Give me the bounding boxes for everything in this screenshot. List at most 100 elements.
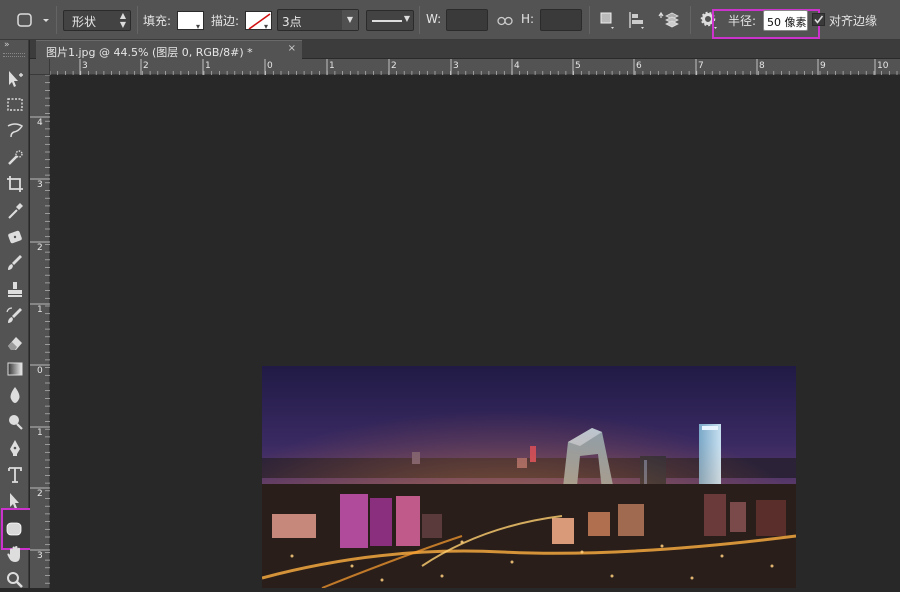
width-label: W: [426,12,442,26]
ruler-origin[interactable] [30,59,50,75]
ruler-label: 1 [205,61,211,71]
separator [690,6,691,34]
stroke-line-preview [372,20,402,22]
path-selection-icon [9,492,19,509]
ruler-label: 3 [453,61,459,71]
path-operations-icon [600,12,614,29]
height-label: H: [521,12,535,26]
ruler-label: 3 [37,551,43,561]
tool-eyedropper[interactable] [3,199,26,222]
mode-select[interactable]: 形状 ▲ ▼ [63,10,131,31]
width-input[interactable] [446,9,488,31]
ruler-label: 3 [82,61,88,71]
tool-dodge[interactable] [3,410,26,433]
tool-type[interactable] [3,463,26,486]
radius-input-value: 50 像素 [767,16,807,29]
spot-healing-icon [7,230,22,244]
document-tab-title: 图片1.jpg @ 44.5% (图层 0, RGB/8#) * [46,46,253,59]
stroke-width-input[interactable]: 3点 ▼ [277,9,359,31]
history-brush-icon [5,307,22,324]
tool-brush[interactable] [3,252,26,275]
ruler-label: 3 [37,180,43,190]
ruler-ticks: 4 3 2 1 0 1 2 3 [30,75,50,584]
document-image[interactable] [262,366,796,588]
tool-spot-healing[interactable] [3,225,26,248]
rounded-rectangle-icon [17,13,49,27]
path-operations-button[interactable] [599,11,617,31]
document-tab[interactable]: 图片1.jpg @ 44.5% (图层 0, RGB/8#) * × [36,40,302,59]
ruler-ticks: 3 2 1 0 1 2 3 4 5 6 7 8 9 10 [50,59,898,75]
blur-icon [10,387,19,404]
quick-selection-icon [7,149,23,165]
tool-blur[interactable] [3,384,26,407]
tool-panel: » [0,40,49,589]
tool-lasso[interactable] [3,120,26,143]
path-alignment-button[interactable] [628,11,646,31]
mode-select-value: 形状 [72,15,97,29]
tool-move-tool[interactable] [3,67,26,90]
options-bar: 形状 ▲ ▼ 填充: ▾ 描边: ▾ 3点 ▼ ▼ W: H: 半径: 50 像… [0,0,900,40]
tool-preset-picker[interactable] [14,10,50,30]
tool-clone-stamp[interactable] [3,278,26,301]
ruler-label: 10 [877,61,889,71]
ruler-label: 1 [329,61,335,71]
ruler-label: 2 [37,243,43,253]
crop-icon [6,176,23,193]
ruler-label: 0 [37,366,43,376]
radius-input[interactable]: 50 像素 [763,10,808,31]
height-input[interactable] [540,9,582,31]
ruler-label: 1 [37,305,43,315]
tool-crop[interactable] [3,173,26,196]
type-icon [7,466,22,483]
horizontal-ruler[interactable]: 3 2 1 0 1 2 3 4 5 6 7 8 9 10 [50,59,900,75]
stroke-label: 描边: [211,14,240,28]
ruler-label: 8 [759,61,765,71]
tool-gradient[interactable] [3,357,26,380]
tool-history-brush[interactable] [3,305,26,328]
stroke-type-select[interactable]: ▼ [366,10,414,31]
tool-quick-selection[interactable] [3,146,26,169]
close-icon[interactable]: × [288,43,296,54]
tool-eraser[interactable] [3,331,26,354]
clone-stamp-icon [7,281,22,297]
tool-pen[interactable] [3,437,26,460]
rounded-rectangle-icon [6,522,22,536]
ruler-label: 7 [698,61,704,71]
document-tab-bar: 图片1.jpg @ 44.5% (图层 0, RGB/8#) * × [30,40,900,59]
align-edges-checkbox[interactable] [812,13,825,26]
separator [419,6,420,34]
vertical-ruler[interactable]: 4 3 2 1 0 1 2 3 [30,75,50,588]
chevron-down-icon: ▾ [196,22,201,31]
ruler-label: 6 [636,61,642,71]
ruler-label: 4 [514,61,520,71]
chevron-down-icon: ▾ [264,22,269,31]
separator [137,6,138,34]
link-icon[interactable] [497,16,513,26]
hand-icon [6,545,20,562]
panel-grip[interactable] [3,53,25,57]
separator [56,6,57,34]
path-arrangement-button[interactable] [658,10,680,32]
ruler-label: 9 [820,61,826,71]
ruler-label: 1 [37,428,43,438]
checkmark-icon [814,15,824,24]
align-edges-label: 对齐边缘 [829,14,878,28]
separator [589,6,590,34]
no-color-icon [248,13,271,29]
fill-label: 填充: [143,14,172,28]
dodge-icon [8,414,23,430]
tool-hand[interactable] [3,542,26,565]
city-night-photo [262,366,796,588]
panel-collapse-icon[interactable]: » [4,40,10,50]
chevron-down-icon: ▼ [342,10,358,30]
tool-zoom[interactable] [3,569,26,592]
brush-icon [7,255,22,271]
path-alignment-icon [629,12,644,29]
path-arrangement-icon [658,11,679,28]
tool-rectangular-marquee[interactable] [3,93,26,116]
lasso-icon [7,123,23,138]
ruler-label: 0 [267,61,273,71]
ruler-label: 2 [37,489,43,499]
ruler-label: 2 [391,61,397,71]
ruler-label: 5 [575,61,581,71]
